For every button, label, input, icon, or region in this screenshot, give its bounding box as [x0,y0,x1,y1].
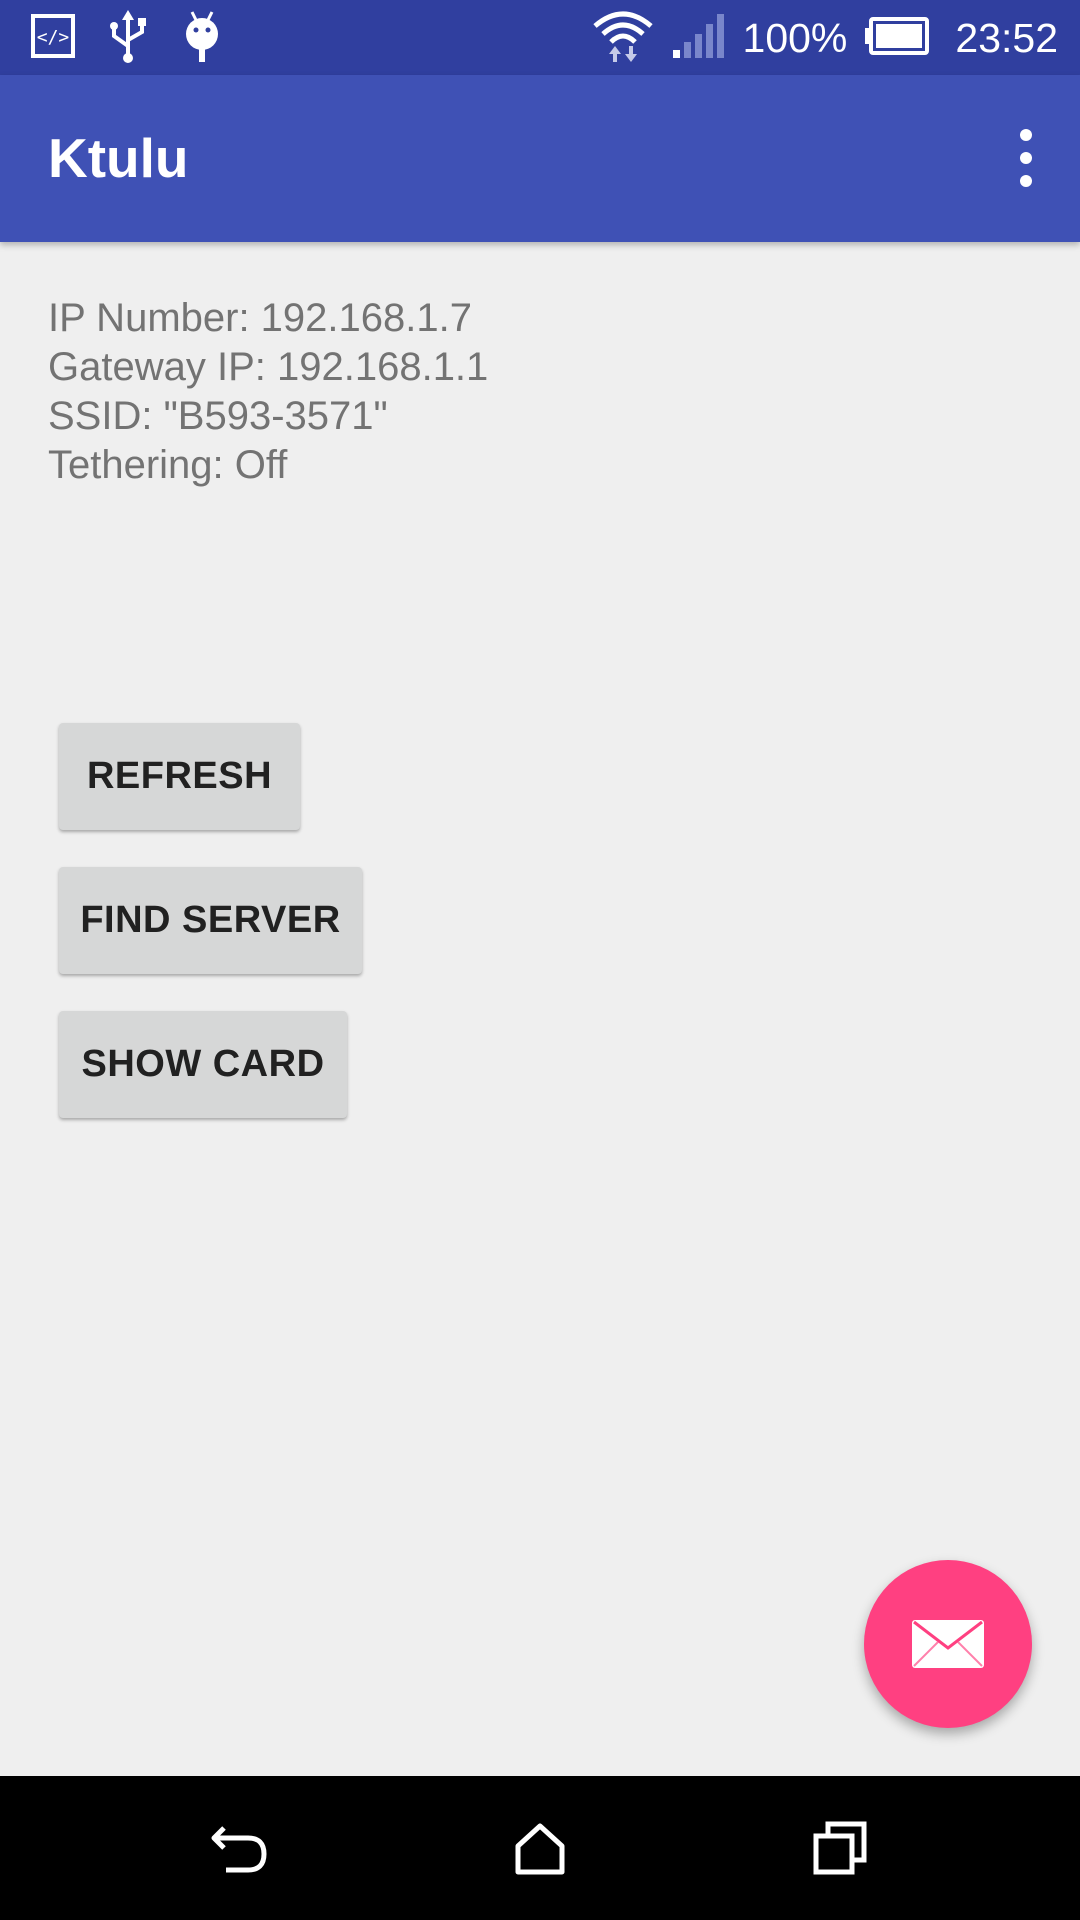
wifi-icon [591,8,655,69]
overflow-menu-button[interactable] [1006,125,1046,191]
tethering-text: Tethering: Off [48,443,288,487]
overflow-menu-icon [1020,129,1032,187]
ip-number-text: IP Number: 192.168.1.7 [48,296,472,340]
recents-icon [813,1821,867,1875]
recents-button[interactable] [790,1798,890,1898]
back-icon [211,1826,267,1873]
svg-text:</>: </> [37,27,70,48]
system-status: 100% 23:52 [591,10,1058,66]
home-button[interactable] [490,1798,590,1898]
network-info: IP Number: 192.168.1.7 Gateway IP: 192.1… [48,294,488,490]
signal-icon [671,12,727,65]
status-time: 23:52 [955,15,1058,61]
mail-icon [912,1620,984,1668]
navigation-bar [0,1776,1080,1920]
status-bar: </> 100% 23:52 [0,0,1080,75]
usb-icon [106,8,150,69]
ssid-text: SSID: "B593-3571" [48,394,388,438]
notification-icons: </> [30,8,224,69]
refresh-button[interactable]: REFRESH [59,723,300,830]
app-bar: Ktulu [0,75,1080,242]
find-server-button[interactable]: FIND SERVER [59,867,362,974]
gateway-ip-text: Gateway IP: 192.168.1.1 [48,345,489,389]
code-icon: </> [30,13,76,64]
battery-percent: 100% [742,15,848,61]
show-card-button[interactable]: SHOW CARD [59,1011,347,1118]
battery-icon [863,16,930,61]
back-button[interactable] [190,1798,290,1898]
mail-fab-button[interactable] [864,1560,1032,1728]
android-debug-icon [180,8,224,69]
app-title: Ktulu [48,127,189,189]
home-icon [515,1823,565,1875]
